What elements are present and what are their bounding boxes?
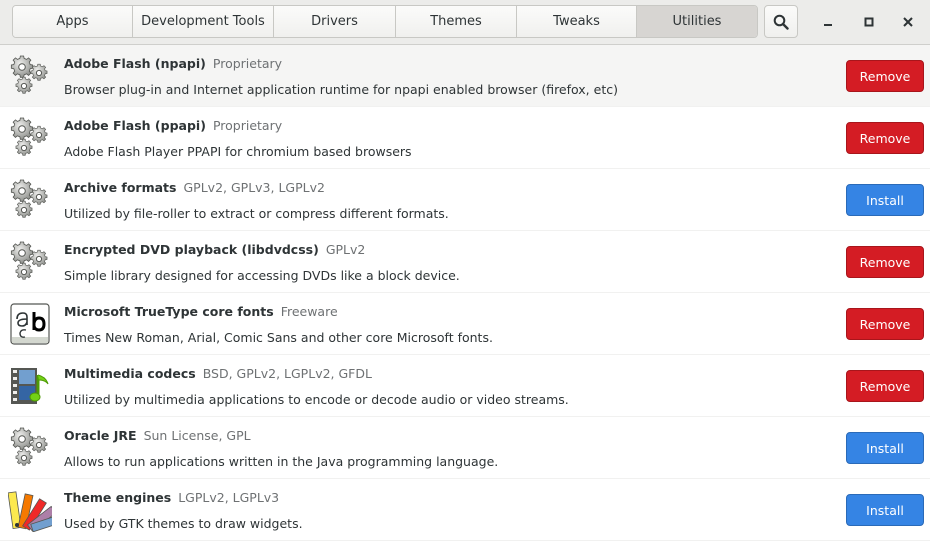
- item-license: GPLv2, GPLv3, LGPLv2: [183, 180, 325, 195]
- item-title-line: Encrypted DVD playback (libdvdcss) GPLv2: [64, 242, 365, 257]
- maximize-icon: [864, 17, 874, 27]
- list-item[interactable]: Multimedia codecs BSD, GPLv2, LGPLv2, GFD…: [0, 355, 930, 417]
- item-description: Used by GTK themes to draw widgets.: [64, 516, 303, 531]
- item-license: Proprietary: [212, 118, 283, 133]
- item-license: Freeware: [280, 304, 338, 319]
- item-description: Allows to run applications written in th…: [64, 454, 499, 469]
- font-icon: [8, 302, 52, 346]
- item-title-line: Archive formats GPLv2, GPLv3, LGPLv2: [64, 180, 325, 195]
- category-tabs: Apps Development Tools Drivers Themes Tweaks…: [12, 5, 758, 38]
- search-icon: [773, 14, 789, 30]
- item-title: Archive formats: [64, 180, 177, 195]
- item-license: Sun License, GPL: [143, 428, 251, 443]
- list-item[interactable]: Archive formats GPLv2, GPLv3, LGPLv2 Utili…: [0, 169, 930, 231]
- list-item[interactable]: Encrypted DVD playback (libdvdcss) GPLv2 S…: [0, 231, 930, 293]
- maximize-button[interactable]: [857, 10, 881, 34]
- tab-development-tools[interactable]: Development Tools: [132, 6, 273, 37]
- tab-utilities[interactable]: Utilities: [636, 6, 757, 37]
- item-title: Adobe Flash (ppapi): [64, 118, 206, 133]
- item-license: GPLv2: [325, 242, 366, 257]
- item-license: LGPLv2, LGPLv3: [178, 490, 280, 505]
- install-button[interactable]: Install: [846, 494, 924, 526]
- remove-button[interactable]: Remove: [846, 308, 924, 340]
- tab-tweaks[interactable]: Tweaks: [516, 6, 636, 37]
- close-button[interactable]: [896, 10, 920, 34]
- item-description: Simple library designed for accessing DV…: [64, 268, 460, 283]
- item-description: Browser plug-in and Internet application…: [64, 82, 618, 97]
- close-icon: [903, 17, 913, 27]
- palette-icon: [7, 488, 61, 533]
- tab-apps[interactable]: Apps: [13, 6, 132, 37]
- install-button[interactable]: Install: [846, 432, 924, 464]
- item-title-line: Microsoft TrueType core fonts Freeware: [64, 304, 338, 319]
- item-description: Adobe Flash Player PPAPI for chromium ba…: [64, 144, 412, 159]
- item-license: Proprietary: [212, 56, 283, 71]
- gears-icon: [8, 178, 52, 222]
- minimize-icon: [824, 24, 832, 26]
- item-title: Adobe Flash (npapi): [64, 56, 206, 71]
- gears-icon: [8, 54, 52, 98]
- item-description: Utilized by multimedia applications to e…: [64, 392, 569, 407]
- item-description: Times New Roman, Arial, Comic Sans and o…: [64, 330, 493, 345]
- remove-button[interactable]: Remove: [846, 122, 924, 154]
- list-item[interactable]: Oracle JRE Sun License, GPL Allows to run …: [0, 417, 930, 479]
- tab-drivers[interactable]: Drivers: [273, 6, 395, 37]
- list-item[interactable]: Theme engines LGPLv2, LGPLv3 Used by GTK t…: [0, 479, 930, 541]
- remove-button[interactable]: Remove: [846, 370, 924, 402]
- item-title-line: Multimedia codecs BSD, GPLv2, LGPLv2, GFD…: [64, 366, 372, 381]
- install-button[interactable]: Install: [846, 184, 924, 216]
- remove-button[interactable]: Remove: [846, 246, 924, 278]
- list-item[interactable]: Adobe Flash (ppapi) Proprietary Adobe Flas…: [0, 107, 930, 169]
- item-title: Multimedia codecs: [64, 366, 196, 381]
- gears-icon: [8, 240, 52, 284]
- header-bar: Apps Development Tools Drivers Themes Tweaks…: [0, 0, 930, 45]
- gears-icon: [8, 426, 52, 470]
- item-title: Theme engines: [64, 490, 172, 505]
- item-title-line: Theme engines LGPLv2, LGPLv3: [64, 490, 279, 505]
- gears-icon: [8, 116, 52, 160]
- tab-themes[interactable]: Themes: [395, 6, 516, 37]
- item-license: BSD, GPLv2, LGPLv2, GFDL: [202, 366, 372, 381]
- remove-button[interactable]: Remove: [846, 60, 924, 92]
- list-item[interactable]: Microsoft TrueType core fonts Freeware Tim…: [0, 293, 930, 355]
- list-item[interactable]: Adobe Flash (npapi) Proprietary Browser pl…: [0, 45, 930, 107]
- minimize-button[interactable]: [816, 10, 840, 34]
- item-title-line: Adobe Flash (npapi) Proprietary: [64, 56, 282, 71]
- item-title-line: Adobe Flash (ppapi) Proprietary: [64, 118, 282, 133]
- package-list: Adobe Flash (npapi) Proprietary Browser pl…: [0, 45, 930, 541]
- item-title: Microsoft TrueType core fonts: [64, 304, 274, 319]
- item-description: Utilized by file-roller to extract or co…: [64, 206, 449, 221]
- multimedia-icon: [8, 364, 52, 408]
- item-title: Oracle JRE: [64, 428, 137, 443]
- item-title: Encrypted DVD playback (libdvdcss): [64, 242, 319, 257]
- item-title-line: Oracle JRE Sun License, GPL: [64, 428, 251, 443]
- search-button[interactable]: [764, 5, 798, 38]
